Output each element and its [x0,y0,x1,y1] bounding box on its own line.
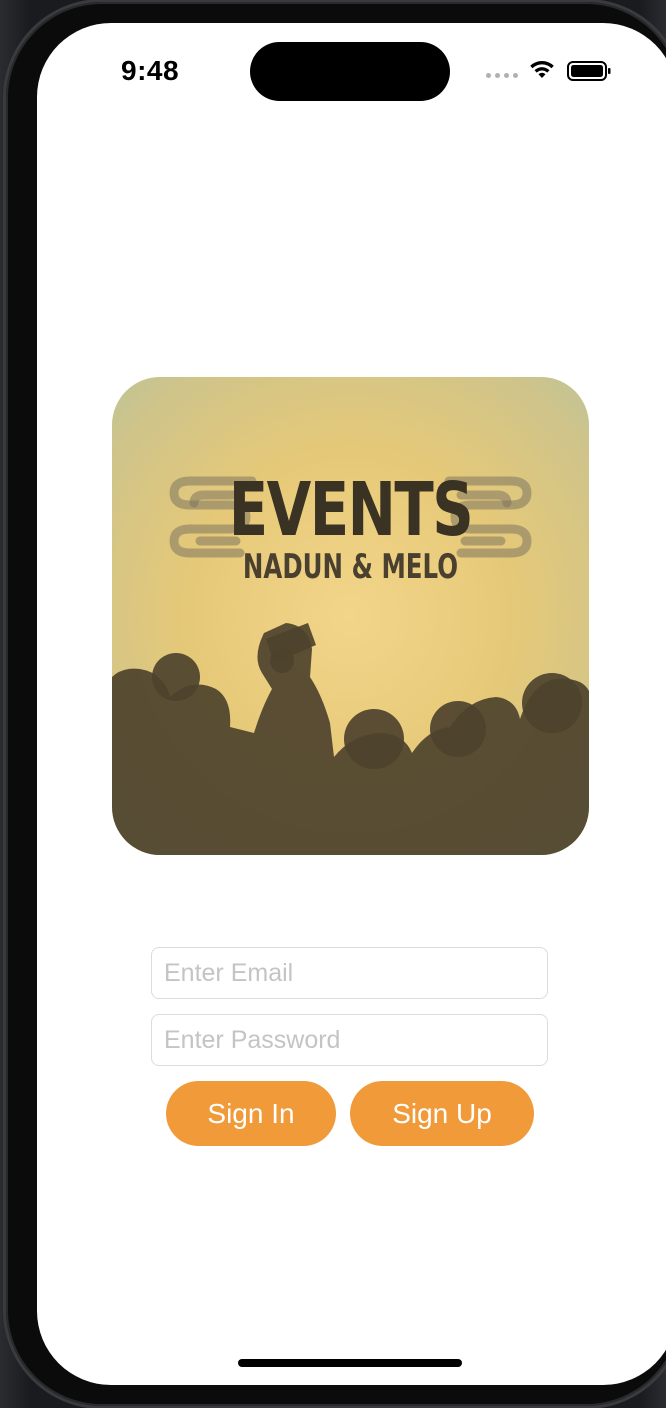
logo-subtitle-text: NADUN & MELO [242,547,459,587]
sign-in-button[interactable]: Sign In [166,1081,336,1146]
app-screen: 9:48 EVENTS NADUN & MELO Enter Email Sig… [37,23,666,1385]
home-indicator[interactable] [238,1359,462,1367]
phone-frame: 9:48 EVENTS NADUN & MELO Enter Email Sig… [6,2,666,1406]
cellular-signal-icon [486,73,518,79]
events-logo-image: EVENTS NADUN & MELO [112,377,589,855]
email-field[interactable] [151,947,548,999]
sign-up-button[interactable]: Sign Up [350,1081,534,1146]
password-field[interactable] [151,1014,548,1066]
dynamic-island [250,42,450,101]
logo-title-text: EVENTS [228,467,474,553]
battery-icon [567,61,611,81]
status-bar-time: 9:48 [121,55,180,86]
wifi-icon [530,61,554,78]
